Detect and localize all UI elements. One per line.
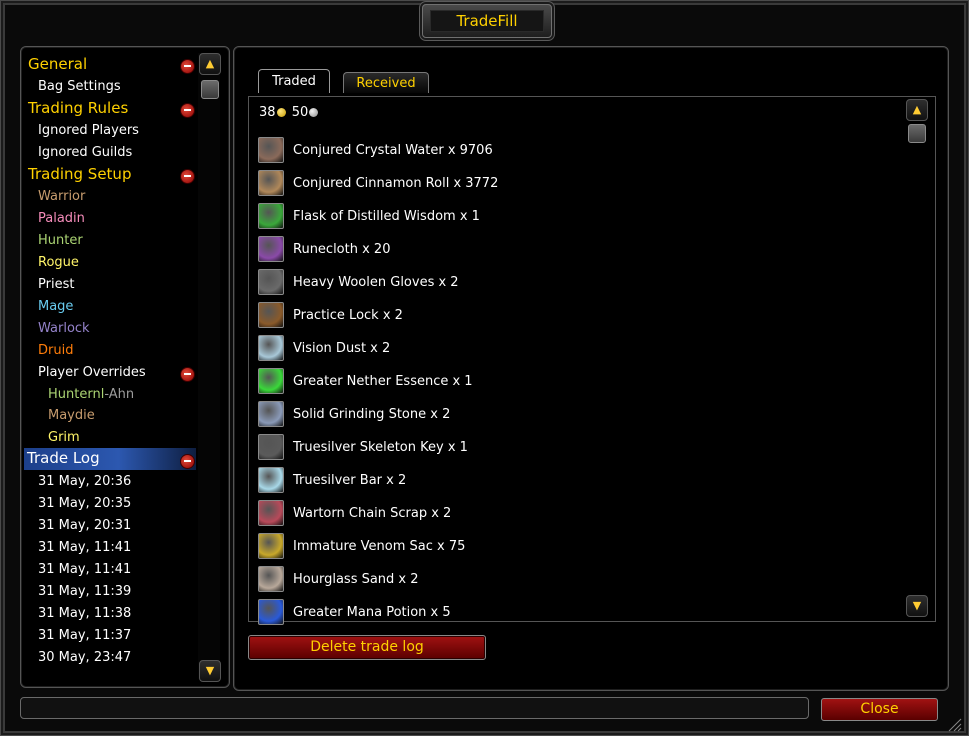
nav-log-entry[interactable]: 31 May, 11:41 <box>38 562 131 577</box>
bar-icon[interactable] <box>258 467 284 493</box>
money-summary: 38 50 <box>259 105 320 120</box>
sand-icon[interactable] <box>258 566 284 592</box>
items-scrollbar[interactable]: ▲ ▼ <box>906 99 928 617</box>
item-label: Hourglass Sand x 2 <box>293 572 419 587</box>
runecloth-icon[interactable] <box>258 236 284 262</box>
item-label: Truesilver Skeleton Key x 1 <box>293 440 468 455</box>
nav-log-entry[interactable]: 31 May, 11:38 <box>38 606 131 621</box>
nav-override-hunternl[interactable]: Hunternl-Ahn <box>48 387 134 402</box>
nav-log-entry[interactable]: 30 May, 23:47 <box>38 650 131 665</box>
collapse-trading-setup-button[interactable] <box>180 169 195 184</box>
nav-player-overrides[interactable]: Player Overrides <box>38 365 146 380</box>
item-label: Truesilver Bar x 2 <box>293 473 407 488</box>
item-label: Greater Nether Essence x 1 <box>293 374 473 389</box>
nav-general[interactable]: General <box>28 55 87 73</box>
collapse-trade-log-button[interactable] <box>180 454 195 469</box>
item-label: Conjured Crystal Water x 9706 <box>293 143 493 158</box>
nav-class-hunter[interactable]: Hunter <box>38 233 83 248</box>
nav-log-entry[interactable]: 31 May, 11:37 <box>38 628 131 643</box>
nav-class-rogue[interactable]: Rogue <box>38 255 79 270</box>
collapse-trading-rules-button[interactable] <box>180 103 195 118</box>
gold-coin-icon <box>276 108 286 117</box>
nav-class-priest[interactable]: Priest <box>38 277 74 292</box>
item-label: Vision Dust x 2 <box>293 341 391 356</box>
essence-icon[interactable] <box>258 368 284 394</box>
nav-bag-settings[interactable]: Bag Settings <box>38 79 121 94</box>
navigation-panel: General Bag Settings Trading Rules Ignor… <box>20 46 230 688</box>
collapse-player-overrides-button[interactable] <box>180 367 195 382</box>
nav-ignored-players[interactable]: Ignored Players <box>38 123 139 138</box>
cinnamon-roll-icon[interactable] <box>258 170 284 196</box>
nav-log-entry[interactable]: 31 May, 11:41 <box>38 540 131 555</box>
chain-icon[interactable] <box>258 500 284 526</box>
item-label: Practice Lock x 2 <box>293 308 403 323</box>
gold-amount: 38 <box>259 105 276 120</box>
nav-class-warrior[interactable]: Warrior <box>38 189 85 204</box>
silver-coin-icon <box>309 108 319 117</box>
nav-log-entry[interactable]: 31 May, 20:35 <box>38 496 131 511</box>
nav-class-paladin[interactable]: Paladin <box>38 211 85 226</box>
key-icon[interactable] <box>258 434 284 460</box>
stone-icon[interactable] <box>258 401 284 427</box>
resize-grip-icon[interactable] <box>946 716 962 732</box>
venom-sac-icon[interactable] <box>258 533 284 559</box>
title-plate[interactable]: TradeFill <box>422 4 552 38</box>
nav-ignored-guilds[interactable]: Ignored Guilds <box>38 145 132 160</box>
scroll-thumb[interactable] <box>201 80 219 99</box>
water-icon[interactable] <box>258 137 284 163</box>
content-panel: Traded Received 38 50 Conjured Crystal W… <box>233 46 949 691</box>
nav-log-entry[interactable]: 31 May, 20:31 <box>38 518 131 533</box>
nav-trading-setup[interactable]: Trading Setup <box>28 165 131 183</box>
trade-items-list: 38 50 Conjured Crystal Water x 9706 Conju… <box>248 96 936 625</box>
nav-trading-rules[interactable]: Trading Rules <box>28 99 128 117</box>
tab-received[interactable]: Received <box>343 72 429 93</box>
scroll-up-arrow-icon[interactable]: ▲ <box>906 99 928 121</box>
nav-log-entry[interactable]: 31 May, 11:39 <box>38 584 131 599</box>
nav-log-entry[interactable]: 31 May, 20:36 <box>38 474 131 489</box>
nav-class-mage[interactable]: Mage <box>38 299 73 314</box>
item-label: Runecloth x 20 <box>293 242 391 257</box>
item-label: Wartorn Chain Scrap x 2 <box>293 506 452 521</box>
tab-traded[interactable]: Traded <box>258 69 330 93</box>
navigation-scrollbar[interactable]: ▲ ▼ <box>198 53 221 682</box>
collapse-general-button[interactable] <box>180 59 195 74</box>
override-realm: -Ahn <box>104 387 135 402</box>
item-label: Conjured Cinnamon Roll x 3772 <box>293 176 499 191</box>
item-label: Immature Venom Sac x 75 <box>293 539 466 554</box>
item-label: Solid Grinding Stone x 2 <box>293 407 451 422</box>
nav-override-grim[interactable]: Grim <box>48 430 80 445</box>
item-label: Heavy Woolen Gloves x 2 <box>293 275 459 290</box>
dust-icon[interactable] <box>258 335 284 361</box>
scroll-down-arrow-icon[interactable]: ▼ <box>906 595 928 617</box>
window-title: TradeFill <box>430 10 544 32</box>
nav-trade-log[interactable]: Trade Log <box>27 449 100 467</box>
gloves-icon[interactable] <box>258 269 284 295</box>
scroll-down-arrow-icon[interactable]: ▼ <box>199 660 221 682</box>
lockbox-icon[interactable] <box>258 302 284 328</box>
status-bar <box>20 697 809 719</box>
flask-icon[interactable] <box>258 203 284 229</box>
close-button[interactable]: Close <box>821 698 938 721</box>
item-label: Greater Mana Potion x 5 <box>293 605 451 620</box>
override-name: Hunternl <box>48 387 105 402</box>
scroll-thumb[interactable] <box>908 124 926 143</box>
scroll-up-arrow-icon[interactable]: ▲ <box>199 53 221 75</box>
nav-override-maydie[interactable]: Maydie <box>48 408 95 423</box>
item-label: Flask of Distilled Wisdom x 1 <box>293 209 480 224</box>
nav-class-druid[interactable]: Druid <box>38 343 73 358</box>
addon-window: TradeFill General Bag Settings Trading R… <box>0 0 969 736</box>
nav-class-warlock[interactable]: Warlock <box>38 321 90 336</box>
potion-icon[interactable] <box>258 599 284 625</box>
silver-amount: 50 <box>291 105 309 120</box>
delete-trade-log-button[interactable]: Delete trade log <box>248 635 486 660</box>
